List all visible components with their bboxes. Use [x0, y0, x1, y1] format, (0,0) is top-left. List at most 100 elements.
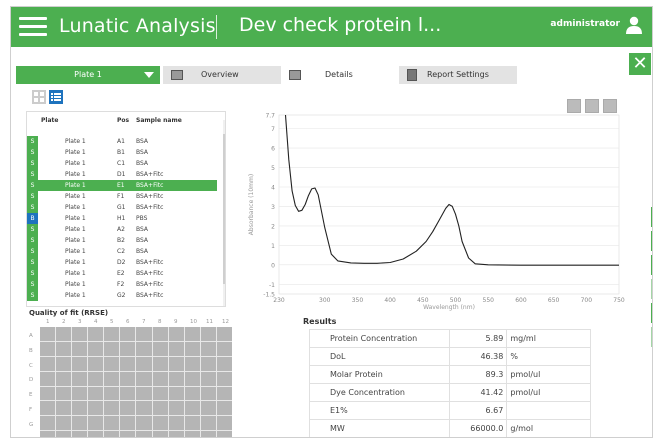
well-cell[interactable]: [168, 341, 184, 356]
info-button[interactable]: [651, 207, 652, 227]
well-cell[interactable]: [88, 401, 104, 416]
well-cell[interactable]: [200, 356, 216, 371]
well-cell[interactable]: [72, 386, 88, 401]
well-cell[interactable]: [152, 371, 168, 386]
well-cell[interactable]: [184, 371, 200, 386]
well-cell[interactable]: [56, 341, 72, 356]
well-cell[interactable]: [40, 327, 56, 341]
table-row[interactable]: S Plate 1 F2 BSA+Fitc: [27, 279, 217, 290]
well-cell[interactable]: [168, 431, 184, 437]
well-cell[interactable]: [56, 386, 72, 401]
well-cell[interactable]: [88, 327, 104, 341]
well-cell[interactable]: [40, 356, 56, 371]
well-cell[interactable]: [216, 401, 232, 416]
well-cell[interactable]: [40, 416, 56, 431]
plate-dropdown[interactable]: Plate 1: [16, 66, 160, 84]
grid-view-icon[interactable]: [32, 90, 46, 104]
well-cell[interactable]: [104, 416, 120, 431]
well-cell[interactable]: [152, 416, 168, 431]
well-cell[interactable]: [88, 416, 104, 431]
well-cell[interactable]: [200, 416, 216, 431]
well-cell[interactable]: [56, 416, 72, 431]
well-cell[interactable]: [152, 356, 168, 371]
well-cell[interactable]: [104, 327, 120, 341]
table-row[interactable]: S Plate 1 E1 BSA+Fitc: [27, 180, 217, 191]
well-cell[interactable]: [136, 416, 152, 431]
table-row[interactable]: S Plate 1 G2 BSA+Fitc: [27, 290, 217, 301]
well-cell[interactable]: [120, 327, 136, 341]
well-cell[interactable]: [104, 371, 120, 386]
table-row[interactable]: S Plate 1 A2 BSA: [27, 224, 217, 235]
table-row[interactable]: S Plate 1 B1 BSA: [27, 147, 217, 158]
user-name[interactable]: administrator: [550, 19, 620, 29]
well-cell[interactable]: [168, 386, 184, 401]
well-cell[interactable]: [104, 431, 120, 437]
well-cell[interactable]: [104, 341, 120, 356]
well-cell[interactable]: [120, 341, 136, 356]
well-cell[interactable]: [120, 371, 136, 386]
well-cell[interactable]: [152, 386, 168, 401]
well-cell[interactable]: [88, 431, 104, 437]
well-cell[interactable]: [136, 341, 152, 356]
well-cell[interactable]: [56, 327, 72, 341]
table-row[interactable]: S Plate 1 E2 BSA+Fitc: [27, 268, 217, 279]
well-cell[interactable]: [184, 327, 200, 341]
well-cell[interactable]: [72, 401, 88, 416]
well-cell[interactable]: [168, 327, 184, 341]
well-cell[interactable]: [184, 431, 200, 437]
table-row[interactable]: S Plate 1 B2 BSA: [27, 235, 217, 246]
well-cell[interactable]: [184, 356, 200, 371]
display-button[interactable]: [651, 303, 652, 323]
well-cell[interactable]: [136, 371, 152, 386]
well-cell[interactable]: [104, 386, 120, 401]
well-cell[interactable]: [200, 431, 216, 437]
well-cell[interactable]: [120, 401, 136, 416]
spectrum-chart[interactable]: 7.776543210-1-1.5230 300 350 400 450 500 550 60…: [241, 110, 626, 320]
well-cell[interactable]: [40, 371, 56, 386]
scrollbar-thumb[interactable]: [223, 134, 225, 284]
well-cell[interactable]: [168, 356, 184, 371]
well-cell[interactable]: [200, 401, 216, 416]
well-cell[interactable]: [56, 371, 72, 386]
well-cell[interactable]: [216, 416, 232, 431]
table-row[interactable]: S Plate 1 D2 BSA+Fitc: [27, 257, 217, 268]
well-cell[interactable]: [72, 371, 88, 386]
well-cell[interactable]: [216, 386, 232, 401]
well-cell[interactable]: [120, 386, 136, 401]
table-scrollbar[interactable]: [223, 120, 225, 306]
table-row[interactable]: S Plate 1 A1 BSA: [27, 136, 217, 147]
well-cell[interactable]: [184, 341, 200, 356]
header-plate[interactable]: Plate: [41, 117, 58, 124]
well-cell[interactable]: [104, 401, 120, 416]
well-cell[interactable]: [72, 416, 88, 431]
tab-details[interactable]: Details: [281, 66, 399, 84]
well-cell[interactable]: [216, 371, 232, 386]
table-row[interactable]: S Plate 1 C2 BSA: [27, 246, 217, 257]
well-cell[interactable]: [120, 416, 136, 431]
table-row[interactable]: S Plate 1 C1 BSA: [27, 158, 217, 169]
save-button[interactable]: [651, 279, 652, 299]
well-cell[interactable]: [56, 401, 72, 416]
well-cell[interactable]: [152, 431, 168, 437]
well-cell[interactable]: [136, 327, 152, 341]
well-cell[interactable]: [88, 341, 104, 356]
well-cell[interactable]: [88, 371, 104, 386]
well-cell[interactable]: [168, 371, 184, 386]
header-sample[interactable]: Sample name: [136, 117, 182, 124]
well-cell[interactable]: [120, 356, 136, 371]
well-cell[interactable]: [104, 356, 120, 371]
list-view-icon[interactable]: [49, 90, 63, 104]
well-cell[interactable]: [152, 401, 168, 416]
well-cell[interactable]: [136, 401, 152, 416]
well-cell[interactable]: [72, 356, 88, 371]
menu-icon[interactable]: [19, 17, 47, 37]
well-cell[interactable]: [216, 327, 232, 341]
tab-report-settings[interactable]: Report Settings: [399, 66, 517, 84]
well-cell[interactable]: [216, 431, 232, 437]
document-button[interactable]: [651, 255, 652, 275]
user-icon[interactable]: [626, 16, 642, 34]
well-cell[interactable]: [56, 356, 72, 371]
table-row[interactable]: B Plate 1 H1 PBS: [27, 213, 217, 224]
well-cell[interactable]: [184, 416, 200, 431]
well-cell[interactable]: [200, 386, 216, 401]
